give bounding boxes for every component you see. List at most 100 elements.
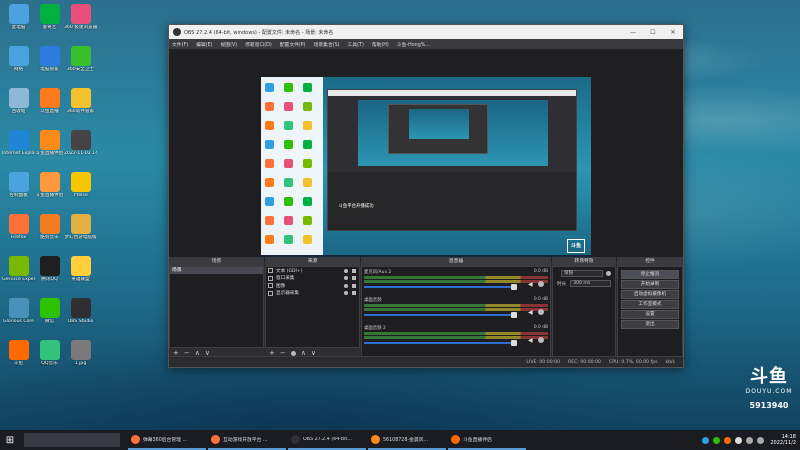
obs-titlebar[interactable]: OBS 27.2.4 (64-bit, windows) - 配置文件: 未命名… [169, 25, 683, 39]
visibility-icon[interactable] [344, 291, 348, 296]
desktop-icon[interactable]: Internet Explorer [2, 130, 35, 156]
volume-icon[interactable] [757, 436, 765, 444]
desktop-icon[interactable]: 此电脑 [2, 4, 35, 30]
desktop-icon[interactable]: Firefox [2, 214, 35, 240]
clock[interactable]: 14:18 2022/11/2 [770, 434, 796, 446]
desktop-icon[interactable]: 斗鱼直播伴侣 [33, 172, 66, 198]
desktop-icon[interactable]: 360 极速浏览器 [64, 4, 97, 30]
menu-tools[interactable]: 工具(T) [348, 41, 364, 48]
studio-mode-button[interactable]: 工作室模式 [621, 300, 679, 309]
close-button[interactable]: ✕ [663, 29, 683, 36]
desktop-icon[interactable]: 控制面板 [2, 172, 35, 198]
visibility-icon[interactable] [344, 268, 348, 273]
taskbar-app-label: OBS 27.2.4 (64-bit... [303, 436, 352, 442]
desktop-icon[interactable]: OBS Studio [64, 298, 97, 324]
taskbar-app-label: 斗鱼直播伴侣 [463, 437, 492, 443]
desktop-icon[interactable]: QQ音乐 [33, 340, 66, 366]
menu-docks[interactable]: 停靠窗口(D) [245, 41, 272, 48]
volume-slider[interactable] [364, 312, 517, 318]
exit-button[interactable]: 退出 [621, 320, 679, 329]
source-item[interactable]: 窗口采集 [266, 275, 359, 283]
desktop-icon[interactable]: 斗鱼 [2, 340, 35, 366]
minimize-button[interactable]: — [623, 29, 643, 36]
menu-edit[interactable]: 编辑(E) [196, 41, 212, 48]
tray-icon[interactable] [713, 436, 721, 444]
slider-handle[interactable] [511, 312, 517, 318]
visibility-icon[interactable] [344, 276, 348, 281]
windows-start-icon[interactable]: ⊞ [0, 430, 20, 450]
preview-canvas[interactable]: 斗鱼平台开播成功 斗鱼 [261, 77, 591, 263]
desktop-icon[interactable]: 360软件管家 [64, 88, 97, 114]
desktop-icon[interactable]: 回收站 [2, 88, 35, 114]
slider-handle[interactable] [511, 284, 517, 290]
desktop-icon[interactable]: 1.jpg [64, 340, 97, 366]
gear-icon[interactable] [538, 337, 544, 343]
lock-icon[interactable] [352, 276, 356, 281]
source-settings-button[interactable] [290, 350, 296, 356]
lock-icon[interactable] [352, 268, 356, 273]
gear-icon[interactable] [606, 271, 611, 276]
bitrate-status: kb/s [665, 359, 675, 365]
maximize-button[interactable]: ☐ [643, 29, 663, 36]
speaker-icon[interactable]: ◀ [528, 337, 534, 344]
desktop-icon[interactable]: 斗鱼直播伴侣 [33, 130, 66, 156]
desktop-icon[interactable]: 英雄联盟 [64, 256, 97, 282]
desktop-icon[interactable]: YYelse [64, 172, 97, 198]
tray-icon[interactable] [702, 436, 710, 444]
menu-scene-collection[interactable]: 场景集合(S) [314, 41, 340, 48]
desktop-icon[interactable]: 电脑管家 [33, 46, 66, 72]
menu-help[interactable]: 帮助(H) [372, 41, 389, 48]
taskbar-app-button[interactable]: 56108728-金晨风... [368, 430, 446, 450]
duration-input[interactable]: 300 ms [570, 280, 611, 287]
lock-icon[interactable] [352, 291, 356, 296]
tray-icon[interactable] [735, 436, 743, 444]
taskbar-app-button[interactable]: OBS 27.2.4 (64-bit... [288, 430, 366, 450]
desktop-icon[interactable]: 腾讯QQ [33, 256, 66, 282]
douyu-companion-icon [39, 130, 60, 150]
preview-desktop-icons [261, 77, 323, 263]
volume-slider[interactable] [364, 340, 517, 346]
start-recording-button[interactable]: 开始录制 [621, 280, 679, 289]
desktop-icon[interactable]: 微信 [33, 298, 66, 324]
taskbar-search[interactable] [24, 433, 120, 447]
desktop-icon[interactable]: 斗鱼直播 [33, 88, 66, 114]
volume-slider[interactable] [364, 284, 517, 290]
desktop-icon[interactable]: 梦幻西游电脑版 [64, 214, 97, 240]
preview-app-icon [303, 121, 312, 130]
menu-file[interactable]: 文件(F) [172, 41, 188, 48]
settings-button[interactable]: 设置 [621, 310, 679, 319]
slider-handle[interactable] [511, 340, 517, 346]
speaker-icon[interactable]: ◀ [528, 281, 534, 288]
menu-profile[interactable]: 配置文件(P) [280, 41, 306, 48]
source-item[interactable]: 图像 [266, 282, 359, 290]
taskbar-app-button[interactable]: 弹幕360后台管理 ... [128, 430, 206, 450]
speaker-icon[interactable]: ◀ [528, 309, 534, 316]
menu-douyu[interactable]: 斗鱼-Hong%... [397, 41, 430, 48]
network-icon[interactable] [746, 436, 754, 444]
menu-view[interactable]: 视图(V) [220, 41, 237, 48]
gear-icon[interactable] [538, 281, 544, 287]
tray-icon[interactable] [724, 436, 732, 444]
source-item[interactable]: 显示器采集 [266, 290, 359, 298]
firefox-icon [8, 214, 29, 234]
stop-streaming-button[interactable]: 停止推流 [621, 270, 679, 279]
desktop-icon[interactable]: 网络 [2, 46, 35, 72]
obs-window[interactable]: OBS 27.2.4 (64-bit, windows) - 配置文件: 未命名… [168, 24, 684, 368]
gear-icon[interactable] [538, 309, 544, 315]
source-item[interactable]: 文本 (GDI+) [266, 267, 359, 275]
desktop-icon[interactable]: GeForce Experience [2, 256, 35, 282]
obs-logo-icon [173, 28, 181, 36]
lock-icon[interactable] [352, 283, 356, 288]
taskbar-app-button[interactable]: 互动游戏开放平台 ... [208, 430, 286, 450]
taskbar-app-button[interactable]: 斗鱼直播伴侣 [448, 430, 526, 450]
desktop-icon[interactable]: Glorious Core [2, 298, 35, 324]
desktop-icon[interactable]: 360安全卫士 [64, 46, 97, 72]
virtual-camera-button[interactable]: 启动虚拟摄像机 [621, 290, 679, 299]
desktop-icon[interactable]: 酷狗音乐 [33, 214, 66, 240]
preview-app-icon [265, 235, 274, 244]
desktop-icon[interactable]: 2022-11-02 14-17-42... [64, 130, 97, 156]
scene-item[interactable]: 场景 [170, 267, 263, 274]
transition-select[interactable]: 渐隐 [561, 270, 603, 277]
desktop-icon[interactable]: 爱奇艺 [33, 4, 66, 30]
visibility-icon[interactable] [344, 283, 348, 288]
